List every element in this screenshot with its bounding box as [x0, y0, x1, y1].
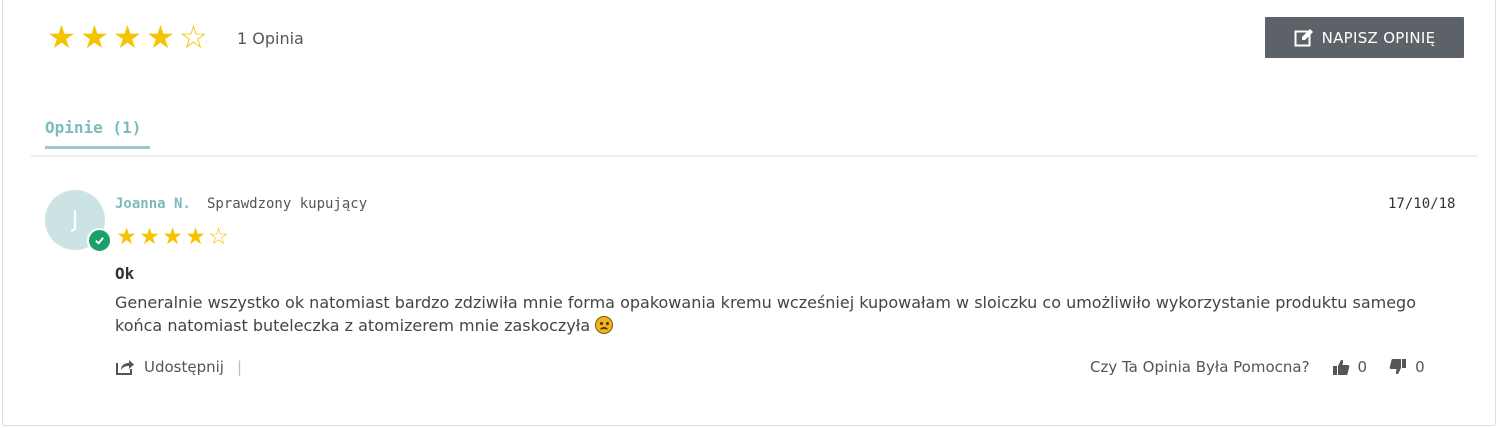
vote-up-button[interactable]: 0	[1332, 358, 1368, 376]
reviewer-name: Joanna N.	[115, 196, 191, 212]
helpful-question: Czy Ta Opinia Była Pomocna?	[1090, 358, 1310, 376]
active-tab-indicator	[45, 146, 150, 149]
summary-rating-stars: ★ ★ ★ ★ ☆	[45, 21, 210, 53]
thumbs-up-icon	[1332, 359, 1349, 375]
star-empty-icon: ☆	[179, 18, 208, 56]
review-date: 17/10/18	[1388, 196, 1456, 212]
review-title: Ok	[115, 264, 135, 283]
thumbs-down-icon	[1389, 359, 1407, 375]
star-icon: ★	[162, 224, 183, 250]
tab-reviews[interactable]: Opinie (1)	[45, 118, 141, 137]
vote-up-count: 0	[1357, 358, 1368, 376]
share-label: Udostępnij	[144, 358, 224, 376]
verified-buyer-label: Sprawdzony kupujący	[207, 196, 368, 212]
star-icon: ★	[146, 18, 175, 56]
star-icon: ★	[139, 224, 160, 250]
review-body-text: Generalnie wszystko ok natomiast bardzo …	[115, 293, 1416, 335]
vote-down-count: 0	[1415, 358, 1425, 376]
review-count[interactable]: 1 Opinia	[237, 29, 304, 48]
verified-check-icon	[87, 228, 112, 253]
star-empty-icon: ☆	[208, 224, 229, 250]
review-body: Generalnie wszystko ok natomiast bardzo …	[115, 291, 1445, 337]
share-icon	[116, 360, 134, 375]
star-icon: ★	[113, 18, 142, 56]
sad-face-emoji-icon	[595, 316, 614, 334]
edit-icon	[1294, 28, 1313, 46]
star-icon: ★	[116, 224, 137, 250]
share-button[interactable]: Udostępnij |	[115, 358, 242, 376]
write-review-label: NAPISZ OPINIĘ	[1321, 28, 1436, 47]
separator: |	[236, 358, 243, 376]
helpful-votes: Czy Ta Opinia Była Pomocna? 0 0	[1090, 358, 1425, 376]
write-review-button[interactable]: NAPISZ OPINIĘ	[1265, 17, 1464, 58]
avatar-initial: J	[71, 207, 79, 233]
star-icon: ★	[80, 18, 109, 56]
star-icon: ★	[47, 18, 76, 56]
divider	[31, 155, 1477, 157]
vote-down-button[interactable]: 0	[1389, 358, 1425, 376]
star-icon: ★	[185, 224, 206, 250]
review-rating-stars: ★ ★ ★ ★ ☆	[115, 225, 230, 249]
reviews-widget: ★ ★ ★ ★ ☆ 1 Opinia NAPISZ OPINIĘ Opinie …	[2, 0, 1496, 426]
